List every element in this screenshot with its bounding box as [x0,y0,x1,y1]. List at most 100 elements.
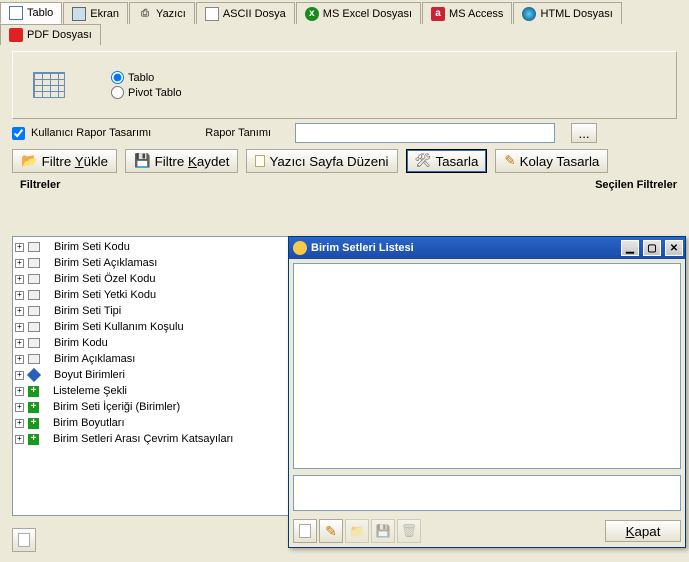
expander[interactable]: + [15,291,24,300]
table-icon [9,6,23,20]
expander[interactable]: + [15,323,24,332]
expander[interactable]: + [15,259,24,268]
birim-setleri-detail[interactable] [293,475,681,511]
expander[interactable]: + [15,275,24,284]
radio-pivot[interactable]: Pivot Tablo [111,86,182,99]
filter-label: Boyut Birimleri [54,369,125,381]
filter-item[interactable]: + Birim Seti Kodu [15,239,299,255]
birim-setleri-list[interactable] [293,263,681,469]
expander[interactable]: + [15,419,24,428]
save-icon: 💾 [134,153,151,169]
user-report-checkbox[interactable] [12,127,25,140]
radio-label: Tablo [128,72,154,84]
tab-label: Ekran [90,8,119,20]
filters-tree[interactable]: +Birim Seti Kodu+Birim Seti Açıklaması+B… [12,236,302,516]
filter-label: Birim Seti Açıklaması [54,257,157,269]
maximize-button[interactable]: ▢ [643,240,661,256]
report-def-browse-button[interactable]: ... [571,123,597,143]
filter-item[interactable]: + Birim Seti Kullanım Koşulu [15,319,299,335]
filter-headings: Filtreler Seçilen Filtreler [20,179,677,191]
tab-excel[interactable]: x MS Excel Dosyası [296,2,421,24]
plus-icon: + [28,386,39,397]
box-icon [28,306,40,316]
filters-heading: Filtreler [20,179,60,191]
open-button: 📁 [345,519,369,543]
expander[interactable]: + [15,243,24,252]
dialog-footer: ✎ 📁 💾 🗑 Kapat [289,515,685,547]
html-icon [522,7,536,21]
radio-tablo-input[interactable] [111,71,124,84]
tab-ascii[interactable]: ASCII Dosya [196,2,295,24]
tab-yazici[interactable]: ⎙ Yazıcı [129,2,195,24]
selected-filters-heading: Seçilen Filtreler [595,179,677,191]
tab-label: HTML Dosyası [540,8,612,20]
screen-icon [72,7,86,21]
access-icon: a [431,7,445,21]
diamond-icon [27,368,41,382]
tab-access[interactable]: a MS Access [422,2,512,24]
expander[interactable]: + [15,387,24,396]
tab-html[interactable]: HTML Dosyası [513,2,621,24]
btn-label: Filtre Yükle [42,154,108,169]
filter-item[interactable]: +Birim Seti Tipi [15,303,299,319]
bottom-left-button[interactable] [12,528,36,552]
dialog-body [289,259,685,515]
report-def-input[interactable] [295,123,555,143]
folder-icon: 📁 [350,524,365,538]
close-button[interactable]: ✕ [665,240,683,256]
minimize-button[interactable]: ▁ [621,240,639,256]
page-setup-button[interactable]: Yazıcı Sayfa Düzeni [246,149,397,173]
box-icon [28,338,40,348]
btn-label: Filtre Kaydet [155,154,230,169]
design-button[interactable]: 🛠 Tasarla [406,149,488,173]
tab-ekran[interactable]: Ekran [63,2,128,24]
filter-item[interactable]: ++Listeleme Şekli [15,383,299,399]
filter-load-button[interactable]: 📂 Filtre Yükle [12,149,117,173]
expander[interactable]: + [15,403,24,412]
tab-label: MS Excel Dosyası [323,8,412,20]
expander[interactable]: + [15,339,24,348]
filter-label: Birim Seti Kullanım Koşulu [54,321,184,333]
save-icon: 💾 [376,524,391,538]
filter-item[interactable]: + Birim Kodu [15,335,299,351]
dialog-icon [293,241,307,255]
delete-button: 🗑 [397,519,421,543]
report-design-row: Kullanıcı Rapor Tasarımı Rapor Tanımı ..… [12,123,677,143]
new-button[interactable] [293,519,317,543]
tab-pdf[interactable]: PDF Dosyası [0,24,101,45]
filter-item[interactable]: ++Birim Boyutları [15,415,299,431]
excel-icon: x [305,7,319,21]
filter-label: Birim Seti Kodu [54,241,130,253]
plus-icon: + [28,402,39,413]
expander[interactable]: + [15,371,24,380]
expander[interactable]: + [15,435,24,444]
filter-toolbar: 📂 Filtre Yükle 💾 Filtre Kaydet Yazıcı Sa… [12,149,677,173]
kapat-button[interactable]: Kapat [605,520,681,542]
radio-tablo[interactable]: Tablo [111,71,182,84]
easy-icon: ✎ [504,153,515,169]
filter-item[interactable]: ++Birim Setleri Arası Çevrim Katsayıları [15,431,299,447]
box-icon [28,290,40,300]
btn-label: Kolay Tasarla [520,154,600,169]
page-icon [255,155,265,167]
filter-item[interactable]: + Boyut Birimleri [15,367,299,383]
easy-design-button[interactable]: ✎ Kolay Tasarla [495,149,608,173]
filter-item[interactable]: + Birim Seti Açıklaması [15,255,299,271]
filter-item[interactable]: +Birim Açıklaması [15,351,299,367]
btn-label: Yazıcı Sayfa Düzeni [269,154,388,169]
filter-label: Birim Kodu [54,337,108,349]
filter-item[interactable]: ++Birim Seti İçeriği (Birimler) [15,399,299,415]
edit-button[interactable]: ✎ [319,519,343,543]
tab-tablo[interactable]: Tablo [0,2,62,24]
radio-pivot-input[interactable] [111,86,124,99]
filter-item[interactable]: +Birim Seti Yetki Kodu [15,287,299,303]
dialog-titlebar[interactable]: Birim Setleri Listesi ▁ ▢ ✕ [289,237,685,259]
trash-icon: 🗑 [401,523,418,539]
box-icon [28,322,40,332]
expander[interactable]: + [15,355,24,364]
filter-save-button[interactable]: 💾 Filtre Kaydet [125,149,238,173]
expander[interactable]: + [15,307,24,316]
filter-item[interactable]: +Birim Seti Özel Kodu [15,271,299,287]
box-icon [28,354,40,364]
dialog-title: Birim Setleri Listesi [311,242,617,254]
